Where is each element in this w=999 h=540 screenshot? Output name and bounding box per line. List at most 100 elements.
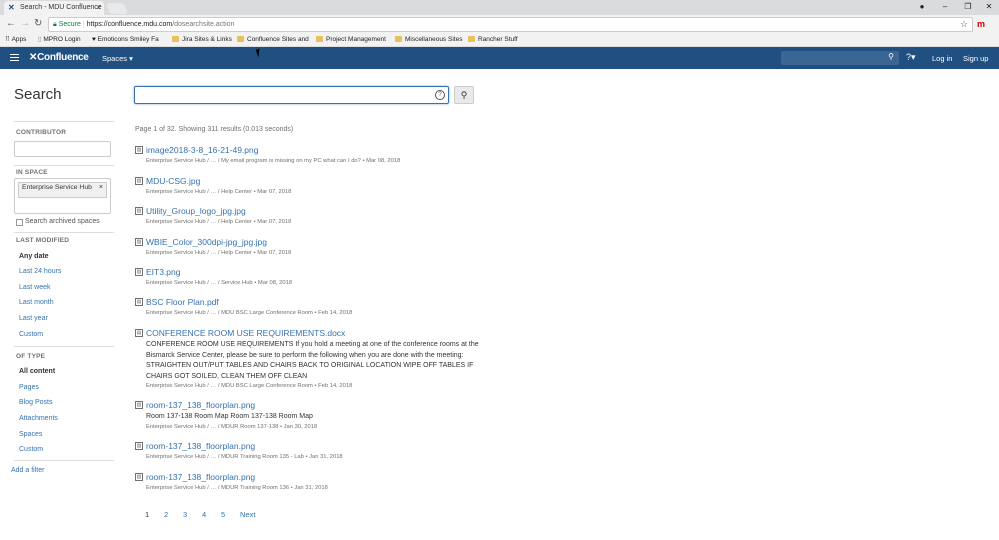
bookmark-confluence-sites[interactable]: Confluence Sites and — [237, 34, 309, 46]
image-file-icon: ▨ — [135, 473, 143, 481]
image-file-icon: ▨ — [135, 268, 143, 276]
result-title-link[interactable]: BSC Floor Plan.pdf — [146, 297, 219, 307]
url-input[interactable]: 🔒︎ Secure | https://confluence.mdu.com/d… — [48, 17, 973, 32]
results-summary: Page 1 of 32. Showing 311 results (0.013… — [135, 126, 293, 133]
confluence-favicon-icon: ✕ — [8, 4, 16, 12]
search-archived-checkbox[interactable] — [16, 219, 23, 226]
result-meta: Enterprise Service Hub / … / My email pr… — [146, 158, 400, 164]
folder-icon — [468, 36, 475, 42]
next-page-link[interactable]: Next — [240, 510, 255, 519]
result-title-link[interactable]: MDU-CSG.jpg — [146, 176, 200, 186]
contributor-input[interactable] — [14, 141, 111, 157]
reload-icon[interactable]: ↻ — [34, 18, 42, 30]
search-button[interactable]: ⚲ — [454, 86, 474, 104]
bookmark-star-icon[interactable]: ☆ — [960, 18, 968, 30]
space-picker[interactable]: Enterprise Service Hub × — [14, 178, 111, 214]
result-title-link[interactable]: Utility_Group_logo_jpg.jpg — [146, 206, 246, 216]
back-icon[interactable]: ← — [6, 18, 16, 30]
modified-last-24-hours[interactable]: Last 24 hours — [19, 268, 61, 275]
result-meta: Enterprise Service Hub / … / MDU BSC Lar… — [146, 383, 352, 389]
type-all-content[interactable]: All content — [19, 368, 55, 375]
bookmark-mpro[interactable]: ▯ MPRO Login — [38, 34, 81, 46]
result-meta: Enterprise Service Hub / … / Help Center… — [146, 219, 291, 225]
menu-icon[interactable] — [10, 54, 19, 55]
bookmark-rancher[interactable]: Rancher Stuff — [468, 34, 518, 46]
folder-icon — [172, 36, 179, 42]
space-chip: Enterprise Service Hub × — [18, 182, 107, 198]
search-archived-label: Search archived spaces — [25, 218, 100, 225]
result-excerpt: Room 137-138 Room Map Room 137-138 Room … — [146, 412, 481, 423]
url-path: /dosearchsite.action — [172, 21, 234, 28]
search-icon: ⚲ — [888, 52, 894, 61]
image-file-icon: ▨ — [135, 238, 143, 246]
remove-space-icon[interactable]: × — [99, 184, 103, 192]
image-file-icon: ▨ — [135, 207, 143, 215]
tab-title: Search - MDU Confluence — [20, 4, 102, 11]
result-title-link[interactable]: room-137_138_floorplan.png — [146, 472, 255, 482]
type-attachments[interactable]: Attachments — [19, 415, 58, 422]
result-excerpt: CONFERENCE ROOM USE REQUIREMENTS If you … — [146, 340, 481, 382]
modified-last-year[interactable]: Last year — [19, 315, 48, 322]
close-tab-icon[interactable]: × — [96, 1, 101, 15]
result-meta: Enterprise Service Hub / … / Help Center… — [146, 189, 291, 195]
profile-icon[interactable]: ● — [912, 1, 932, 13]
modified-any-date[interactable]: Any date — [19, 253, 49, 260]
search-help-icon[interactable]: ? — [435, 90, 445, 100]
spaces-menu[interactable]: Spaces ▾ — [102, 54, 133, 63]
result-title-link[interactable]: room-137_138_floorplan.png — [146, 400, 255, 410]
help-menu-icon[interactable]: ?▾ — [906, 52, 916, 63]
in-space-heading: IN SPACE — [16, 169, 48, 176]
page-2[interactable]: 2 — [164, 510, 168, 519]
address-bar-row: ← → ↻ 🔒︎ Secure | https://confluence.mdu… — [0, 15, 999, 34]
bookmark-emoticons[interactable]: ♥ Emoticons Smiley Fa — [92, 34, 159, 46]
bookmark-jira[interactable]: Jira Sites & Links — [172, 34, 232, 46]
result-title-link[interactable]: room-137_138_floorplan.png — [146, 441, 255, 451]
modified-custom[interactable]: Custom — [19, 331, 43, 338]
page-4[interactable]: 4 — [202, 510, 206, 519]
new-tab-button[interactable] — [106, 3, 128, 14]
forward-icon[interactable]: → — [20, 18, 30, 30]
header-search-input[interactable]: ⚲ — [781, 51, 899, 65]
type-blog-posts[interactable]: Blog Posts — [19, 399, 52, 406]
folder-icon — [316, 36, 323, 42]
search-icon: ⚲ — [461, 90, 468, 100]
image-file-icon: ▨ — [135, 177, 143, 185]
extension-m-icon[interactable]: m — [977, 18, 985, 30]
minimize-icon[interactable]: – — [935, 1, 955, 13]
result-title-link[interactable]: image2018-3-8_16-21-49.png — [146, 145, 258, 155]
result-title-link[interactable]: CONFERENCE ROOM USE REQUIREMENTS.docx — [146, 328, 345, 338]
add-filter-link[interactable]: Add a filter — [11, 467, 44, 474]
result-title-link[interactable]: EIT3.png — [146, 267, 181, 277]
modified-last-month[interactable]: Last month — [19, 299, 54, 306]
result-title-link[interactable]: WBIE_Color_300dpi-jpg_jpg.jpg — [146, 237, 267, 247]
bookmark-project-management[interactable]: Project Management — [316, 34, 386, 46]
type-spaces[interactable]: Spaces — [19, 431, 42, 438]
page-3[interactable]: 3 — [183, 510, 187, 519]
confluence-logo[interactable]: ✕Confluence — [29, 52, 89, 63]
bookmark-misc[interactable]: Miscellaneous Sites — [395, 34, 462, 46]
modified-last-week[interactable]: Last week — [19, 284, 51, 291]
image-file-icon: ▨ — [135, 146, 143, 154]
lock-icon: 🔒︎ — [53, 21, 57, 28]
page-5[interactable]: 5 — [221, 510, 225, 519]
restore-icon[interactable]: ❐ — [958, 1, 978, 13]
result-meta: Enterprise Service Hub / … / MDUR Traini… — [146, 485, 328, 491]
browser-tab-bar: ✕ Search - MDU Confluence × ● – ❐ ✕ — [0, 0, 999, 15]
close-window-icon[interactable]: ✕ — [979, 1, 999, 13]
login-link[interactable]: Log in — [932, 54, 952, 63]
signup-link[interactable]: Sign up — [963, 54, 988, 63]
page-title: Search — [14, 86, 62, 103]
folder-icon — [395, 36, 402, 42]
type-custom[interactable]: Custom — [19, 446, 43, 453]
url-host: https://confluence.mdu.com — [87, 21, 173, 28]
image-file-icon: ▨ — [135, 442, 143, 450]
search-input[interactable]: ? — [134, 86, 449, 104]
bookmarks-bar: ⠿ Apps ▯ MPRO Login ♥ Emoticons Smiley F… — [0, 34, 999, 47]
result-meta: Enterprise Service Hub / … / Help Center… — [146, 250, 291, 256]
folder-icon — [237, 36, 244, 42]
bookmark-apps[interactable]: ⠿ Apps — [5, 34, 26, 46]
of-type-heading: OF TYPE — [16, 353, 45, 360]
browser-tab[interactable]: ✕ Search - MDU Confluence × — [4, 1, 104, 15]
contributor-heading: CONTRIBUTOR — [16, 129, 66, 136]
type-pages[interactable]: Pages — [19, 384, 39, 391]
